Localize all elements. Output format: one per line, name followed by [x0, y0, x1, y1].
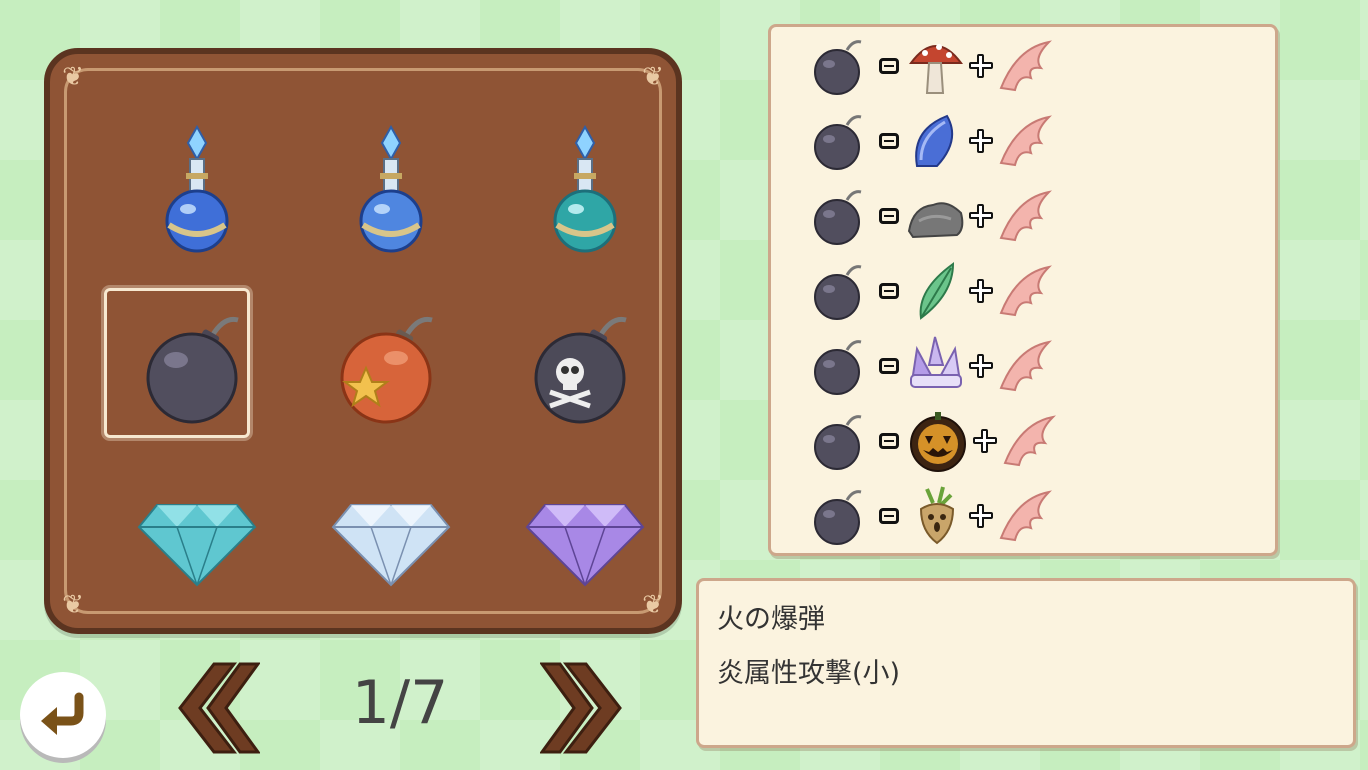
white-gem-icon	[331, 504, 451, 587]
skull-bomb-icon	[534, 316, 627, 424]
equals-icon	[879, 133, 899, 149]
crystal-icon	[910, 336, 962, 388]
return-arrow-icon	[41, 692, 84, 735]
equals-icon	[879, 508, 899, 524]
bomb-icon	[814, 490, 862, 545]
recipe-row	[811, 181, 1071, 251]
back-button[interactable]	[20, 672, 106, 758]
plus-icon	[969, 54, 993, 78]
item-slot[interactable]	[488, 454, 682, 630]
plus-icon	[969, 204, 993, 228]
bomb-icon	[814, 415, 862, 470]
item-slot[interactable]	[100, 102, 294, 278]
recipe-row	[811, 331, 1071, 401]
bomb-icon	[814, 40, 862, 95]
plus-icon	[973, 429, 997, 453]
claw-icon	[999, 190, 1052, 242]
ornament-icon: ❦	[642, 62, 664, 92]
blue-potion-icon	[359, 125, 423, 253]
ornament-icon: ❦	[62, 590, 84, 620]
item-slot-selected[interactable]	[100, 278, 294, 454]
item-slot[interactable]	[294, 102, 488, 278]
item-grid	[100, 102, 682, 630]
equals-icon	[879, 208, 899, 224]
claw-icon	[999, 265, 1052, 317]
claw-icon	[999, 490, 1052, 542]
claw-icon	[999, 340, 1052, 392]
item-slot[interactable]	[488, 278, 682, 454]
page-indicator: 1/7	[351, 668, 449, 738]
item-description-panel: 火の爆弾 炎属性攻撃(小)	[696, 578, 1356, 748]
recipe-row	[811, 406, 1071, 476]
claw-icon	[1003, 415, 1056, 467]
bomb-icon	[814, 190, 862, 245]
recipe-row	[811, 256, 1071, 326]
item-effect: 炎属性攻撃(小)	[717, 658, 901, 689]
ornament-icon: ❦	[62, 62, 84, 92]
rock-icon	[907, 202, 964, 239]
bomb-icon	[814, 340, 862, 395]
mushroom-icon	[909, 44, 963, 94]
cyan-gem-icon	[137, 504, 257, 587]
claw-icon	[999, 115, 1052, 167]
green-feather-icon	[919, 262, 955, 320]
previous-page-button[interactable]	[170, 660, 260, 756]
recipe-row	[811, 481, 1071, 551]
item-slot[interactable]	[294, 278, 488, 454]
bomb-icon	[146, 316, 239, 424]
recipe-row	[811, 31, 1071, 101]
bomb-icon	[814, 265, 862, 320]
pumpkin-icon	[910, 412, 966, 472]
plus-icon	[969, 279, 993, 303]
star-bomb-icon	[340, 316, 433, 424]
plus-icon	[969, 129, 993, 153]
blue-shell-icon	[915, 114, 954, 167]
plus-icon	[969, 354, 993, 378]
recipe-row	[811, 106, 1071, 176]
mandrake-icon	[919, 486, 955, 545]
equals-icon	[879, 283, 899, 299]
bomb-icon	[814, 115, 862, 170]
item-slot[interactable]	[488, 102, 682, 278]
item-slot[interactable]	[100, 454, 294, 630]
next-page-button[interactable]	[540, 660, 630, 756]
purple-gem-icon	[525, 504, 645, 587]
teal-potion-icon	[553, 125, 617, 253]
equals-icon	[879, 58, 899, 74]
claw-icon	[999, 40, 1052, 92]
recipe-list-panel	[768, 24, 1278, 556]
plus-icon	[969, 504, 993, 528]
equals-icon	[879, 433, 899, 449]
item-name: 火の爆弾	[717, 604, 825, 635]
blue-potion-icon	[165, 125, 229, 253]
item-grid-panel: ❦ ❦ ❦ ❦	[44, 48, 682, 634]
equals-icon	[879, 358, 899, 374]
item-slot[interactable]	[294, 454, 488, 630]
